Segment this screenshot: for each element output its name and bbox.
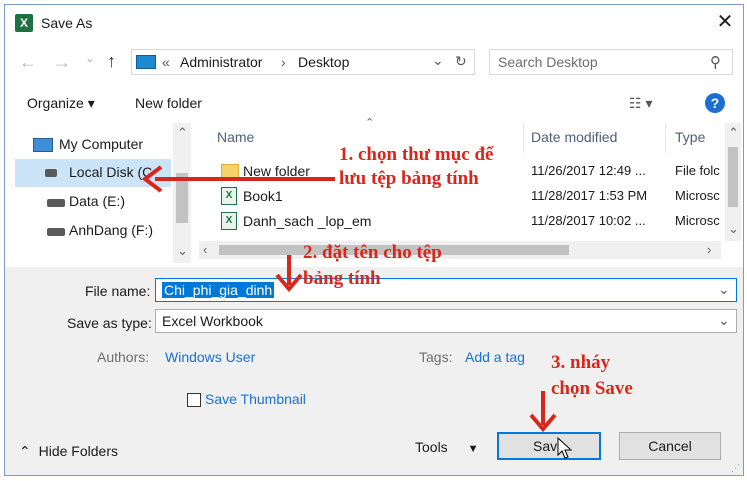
tags-value[interactable]: Add a tag — [465, 349, 525, 365]
folder-location-icon — [136, 55, 156, 69]
scroll-up-icon[interactable]: ⌃ — [177, 125, 188, 141]
file-name-field[interactable]: Chi_phi_gia_dinh ⌄ — [155, 278, 737, 302]
hide-folders-button[interactable]: ⌃ Hide Folders — [19, 443, 118, 460]
nav-item-my-computer[interactable]: My Computer — [15, 131, 181, 159]
save-thumbnail-checkbox[interactable] — [187, 393, 201, 407]
column-header-type[interactable]: Type — [675, 129, 705, 145]
save-as-dialog: X Save As ✕ ← → ⌄ ↑ « Administrator › De… — [4, 4, 744, 476]
file-name: Danh_sach _lop_em — [243, 213, 372, 229]
save-as-type-dropdown-icon[interactable]: ⌄ — [718, 312, 730, 329]
excel-app-icon: X — [15, 14, 33, 32]
navigation-pane: My Computer Local Disk (C Data (E:) AnhD… — [15, 125, 191, 263]
tools-menu[interactable]: Tools ▼ — [415, 439, 478, 455]
recent-locations-icon[interactable]: ⌄ — [85, 51, 95, 65]
file-name: Book1 — [243, 188, 283, 204]
scroll-down-icon[interactable]: ⌄ — [728, 221, 739, 237]
scroll-left-icon[interactable]: ‹ — [203, 242, 207, 257]
address-dropdown-icon[interactable]: ⌄ — [432, 52, 444, 69]
annotation-step3-line1: 3. nháy — [551, 352, 611, 373]
file-type: File folc — [675, 163, 720, 178]
nav-item-label: AnhDang (F:) — [69, 222, 154, 238]
file-date: 11/28/2017 1:53 PM — [531, 188, 648, 203]
file-name-input[interactable]: Chi_phi_gia_dinh — [162, 282, 275, 298]
refresh-icon[interactable]: ↻ — [455, 53, 467, 70]
address-bar[interactable]: « Administrator › Desktop ⌄ ↻ — [131, 49, 475, 75]
annotation-step2-line2: bảng tính — [303, 268, 381, 289]
column-divider — [523, 123, 524, 153]
new-folder-button[interactable]: New folder — [135, 95, 202, 111]
tools-label: Tools — [415, 439, 448, 455]
nav-item-label: My Computer — [59, 136, 144, 152]
organize-menu[interactable]: Organize ▾ — [27, 95, 95, 112]
tags-label: Tags: — [419, 349, 453, 365]
annotation-arrow-1 — [155, 177, 335, 181]
annotation-step3-line2: chọn Save — [551, 378, 633, 399]
save-options-panel: File name: Chi_phi_gia_dinh ⌄ Save as ty… — [5, 267, 743, 475]
sort-indicator-icon: ⌃ — [365, 117, 375, 129]
excel-file-icon: X — [221, 187, 237, 205]
annotation-arrowhead-2 — [275, 273, 303, 293]
search-box[interactable]: Search Desktop ⚲ — [489, 49, 733, 75]
up-arrow-icon[interactable]: ↑ — [107, 51, 116, 72]
title-bar: X Save As ✕ — [5, 5, 743, 41]
scroll-right-icon[interactable]: › — [707, 242, 711, 257]
nav-item-label: Data (E:) — [69, 193, 126, 209]
file-date: 11/26/2017 12:49 ... — [531, 163, 646, 178]
annotation-step1-line2: lưu tệp bảng tính — [339, 168, 479, 189]
cancel-button[interactable]: Cancel — [619, 432, 721, 460]
mouse-cursor-icon — [557, 437, 573, 459]
file-type: Microsc — [675, 188, 720, 203]
dialog-title: Save As — [41, 15, 93, 31]
authors-label: Authors: — [97, 349, 150, 365]
computer-icon — [33, 138, 53, 152]
file-name-dropdown-icon[interactable]: ⌄ — [718, 281, 730, 298]
chevron-up-icon: ⌃ — [19, 443, 31, 459]
breadcrumb-desktop[interactable]: Desktop — [298, 54, 349, 70]
disk-icon — [45, 169, 57, 177]
scroll-up-icon[interactable]: ⌃ — [728, 125, 739, 141]
file-row-danh-sach[interactable]: X Danh_sach _lop_em 11/28/2017 10:02 ...… — [217, 211, 723, 235]
authors-value[interactable]: Windows User — [165, 349, 255, 365]
save-as-type-value: Excel Workbook — [162, 313, 263, 329]
breadcrumb-overflow[interactable]: « — [162, 54, 170, 70]
forward-arrow-icon[interactable]: → — [53, 52, 71, 73]
folder-icon — [221, 164, 239, 178]
column-divider — [665, 123, 666, 153]
breadcrumb-administrator[interactable]: Administrator — [180, 54, 262, 70]
file-date: 11/28/2017 10:02 ... — [531, 213, 646, 228]
annotation-arrowhead-1 — [141, 165, 163, 193]
file-type: Microsc — [675, 213, 720, 228]
help-icon[interactable]: ? — [705, 93, 725, 113]
file-name-label: File name: — [85, 283, 151, 299]
resize-grip-icon[interactable]: ⋰ — [731, 463, 740, 474]
annotation-step2-line1: 2. đặt tên cho tệp — [303, 242, 442, 263]
excel-file-icon: X — [221, 212, 237, 230]
close-button[interactable]: ✕ — [713, 11, 737, 35]
save-button[interactable]: Save — [497, 432, 601, 460]
column-header-name[interactable]: Name — [217, 129, 254, 145]
save-as-type-select[interactable]: Excel Workbook ⌄ — [155, 309, 737, 333]
nav-item-label: Local Disk (C — [69, 164, 153, 180]
disk-icon — [47, 228, 65, 236]
search-icon[interactable]: ⚲ — [710, 53, 721, 71]
scroll-down-icon[interactable]: ⌄ — [177, 243, 188, 259]
hide-folders-label: Hide Folders — [38, 443, 118, 459]
tools-dropdown-icon: ▼ — [467, 443, 479, 455]
file-list-hscrollbar[interactable]: ‹ › — [199, 241, 721, 259]
nav-item-anhdang-f[interactable]: AnhDang (F:) — [15, 216, 171, 244]
column-header-date[interactable]: Date modified — [531, 129, 617, 145]
breadcrumb-separator: › — [281, 54, 286, 70]
search-input[interactable]: Search Desktop — [498, 54, 598, 70]
disk-icon — [47, 199, 65, 207]
save-as-type-label: Save as type: — [67, 315, 152, 331]
file-list-vscrollbar[interactable]: ⌃ ⌄ — [725, 123, 741, 241]
annotation-step1-line1: 1. chọn thư mục để — [339, 144, 494, 165]
scroll-thumb[interactable] — [728, 147, 738, 207]
view-options-icon[interactable]: ☷ ▾ — [629, 95, 652, 112]
save-thumbnail-label[interactable]: Save Thumbnail — [205, 391, 306, 407]
back-arrow-icon[interactable]: ← — [19, 52, 37, 73]
nav-pane-scrollbar[interactable]: ⌃ ⌄ — [173, 123, 191, 263]
annotation-arrowhead-3 — [529, 413, 557, 433]
